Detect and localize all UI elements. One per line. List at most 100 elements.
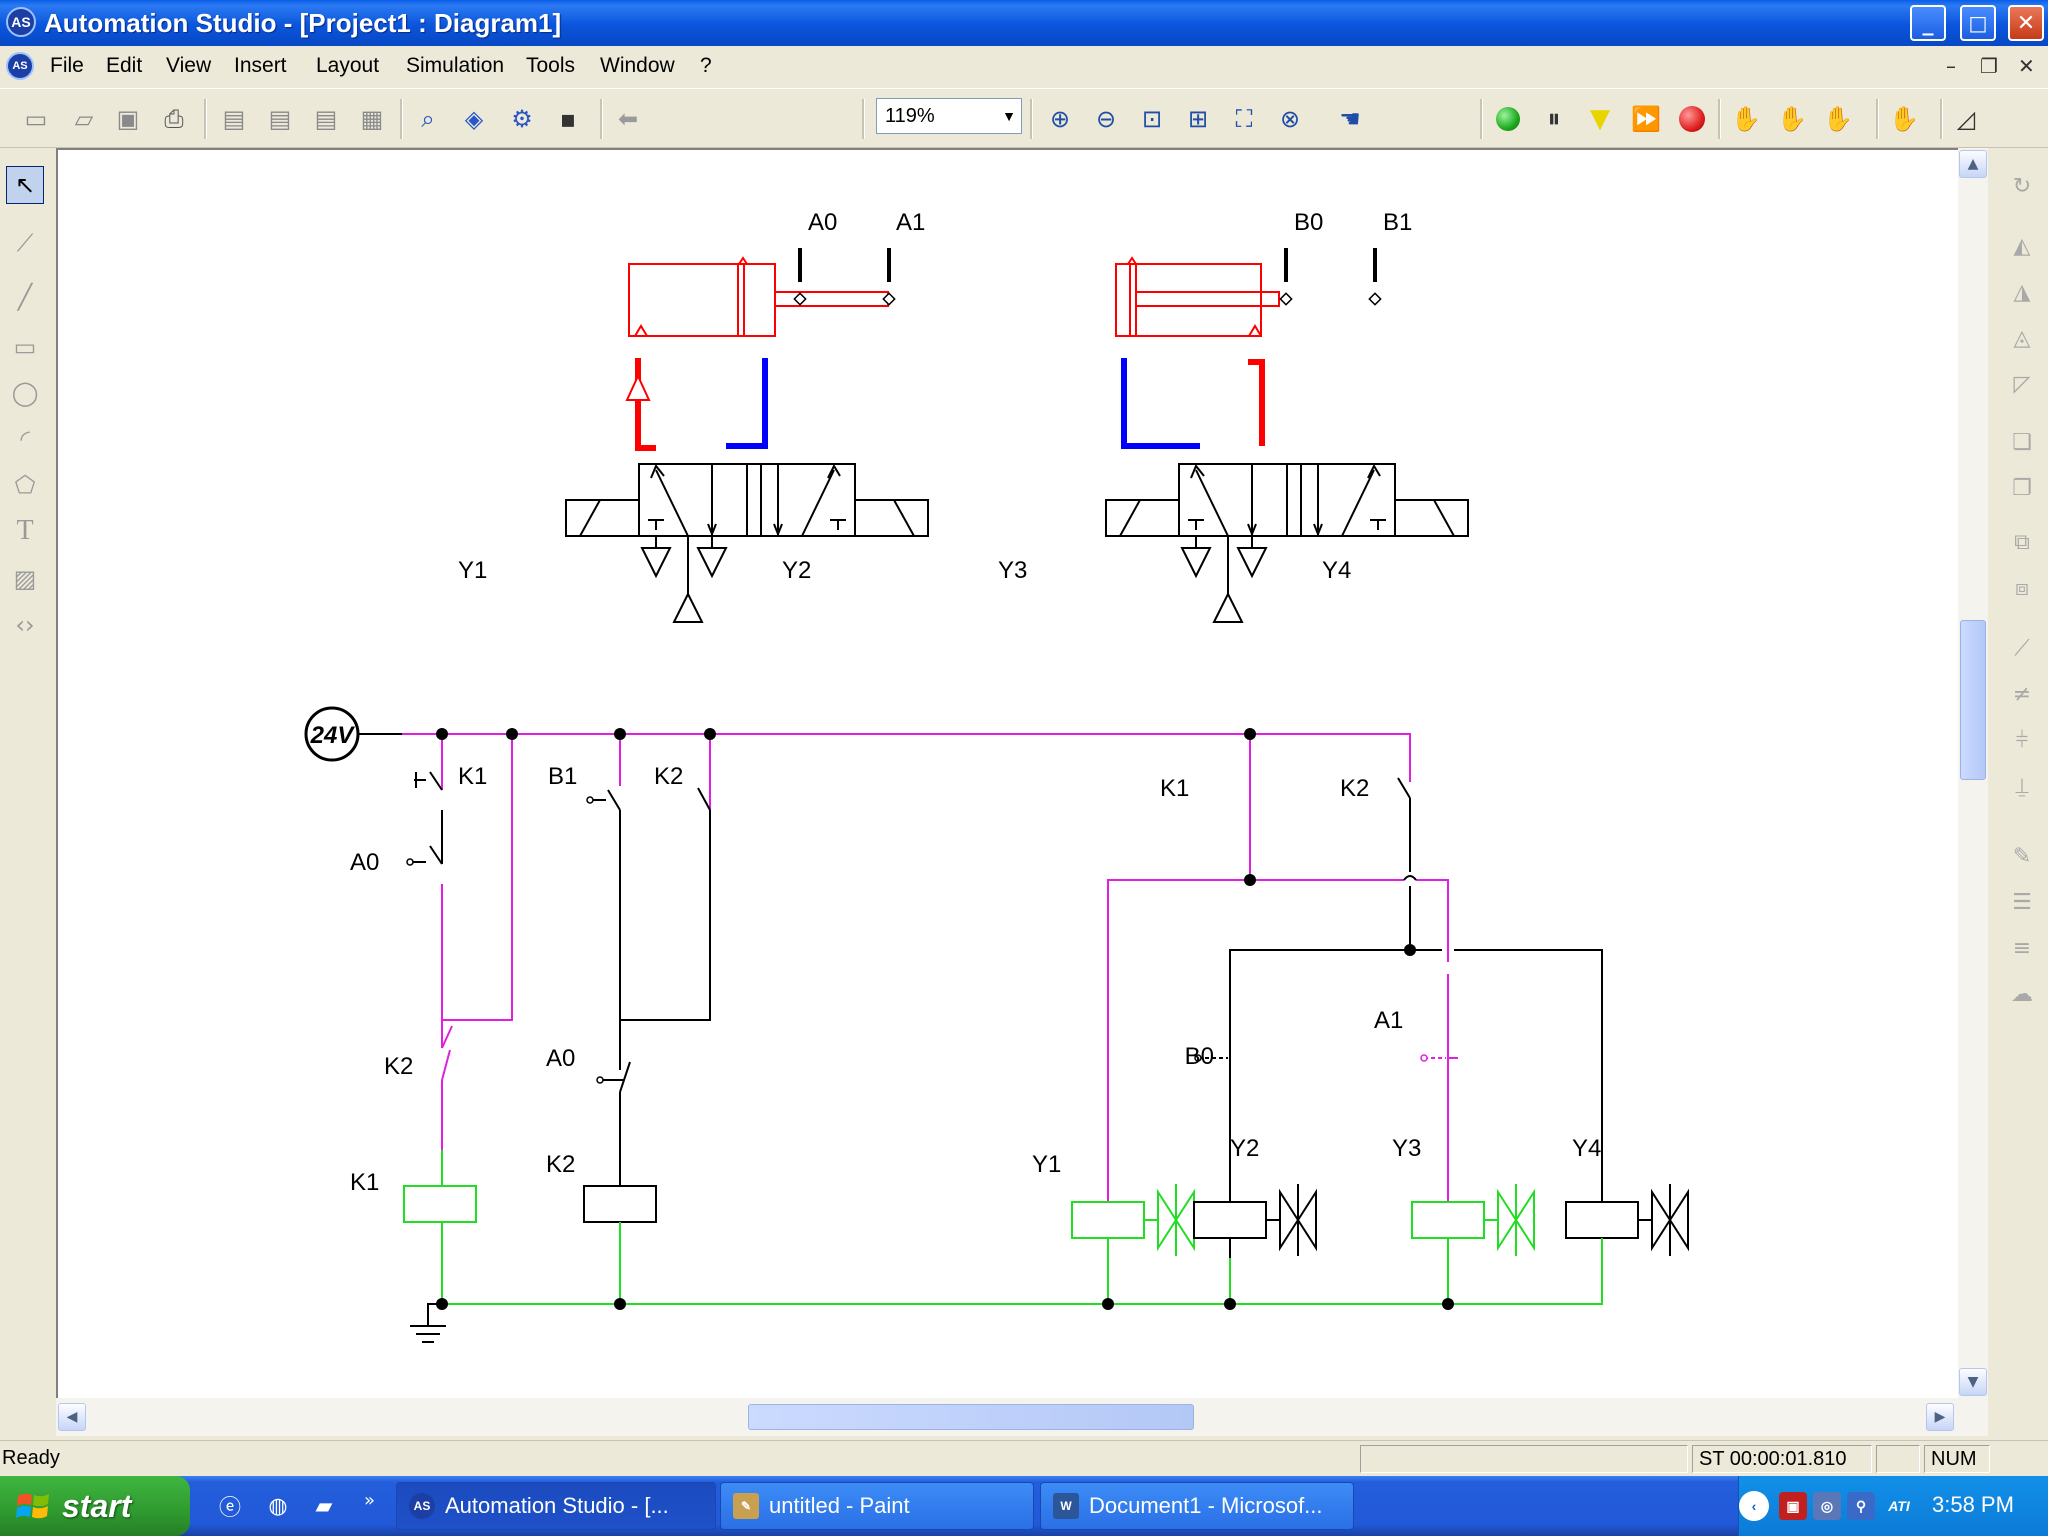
minimize-button[interactable]: _: [1910, 5, 1946, 41]
back-arrow-icon[interactable]: ⬅: [612, 103, 644, 135]
slow-motion-icon[interactable]: ⏩: [1630, 103, 1662, 135]
sim-tool-icon[interactable]: ✋: [1730, 103, 1762, 135]
save-icon[interactable]: ▣: [112, 103, 144, 135]
close-button[interactable]: ✕: [2008, 5, 2044, 41]
vertical-scrollbar[interactable]: ▲ ▼: [1958, 148, 1988, 1398]
zoom-in-icon[interactable]: ⊕: [1044, 103, 1076, 135]
line-tool-icon[interactable]: ╱: [6, 278, 44, 316]
horizontal-scrollbar[interactable]: ◀ ▶: [56, 1398, 1988, 1436]
zoom-window-icon[interactable]: ⊡: [1136, 103, 1168, 135]
scroll-down-icon[interactable]: ▼: [1959, 1368, 1987, 1396]
zoom-previous-icon[interactable]: ⊗: [1274, 103, 1306, 135]
tray-app-icon[interactable]: ▣: [1779, 1492, 1807, 1520]
rectangle-tool-icon[interactable]: ▭: [6, 328, 44, 366]
menu-file[interactable]: File: [50, 54, 84, 78]
image-tool-icon[interactable]: ▨: [6, 560, 44, 598]
mdi-close-button[interactable]: ✕: [2018, 54, 2035, 78]
pan-hand-icon[interactable]: ☚: [1334, 103, 1366, 135]
preview-icon[interactable]: ⌕: [412, 103, 444, 135]
cylinder-a[interactable]: [628, 256, 889, 337]
task-paint[interactable]: ✎ untitled - Paint: [720, 1482, 1034, 1530]
supply-24v[interactable]: 24V: [304, 706, 360, 762]
send-back-icon[interactable]: ❐: [2004, 470, 2040, 506]
relay-k2-coil[interactable]: [583, 1185, 657, 1223]
table-icon[interactable]: ▦: [356, 103, 388, 135]
quicklaunch-expand-icon[interactable]: »: [364, 1490, 375, 1511]
flip-horizontal-icon[interactable]: ◬: [2004, 320, 2040, 356]
select-pointer-icon[interactable]: ↖: [6, 166, 44, 204]
scroll-left-icon[interactable]: ◀: [58, 1403, 86, 1431]
menu-view[interactable]: View: [166, 54, 211, 78]
tray-device-icon[interactable]: ⚲: [1847, 1492, 1875, 1520]
mdi-minimize-button[interactable]: –: [1946, 54, 1956, 78]
rotate-icon[interactable]: ↻: [2004, 168, 2040, 204]
rotate-left-icon[interactable]: ◭: [2004, 228, 2040, 264]
horizontal-scroll-thumb[interactable]: [748, 1404, 1194, 1430]
app-icon[interactable]: AS: [6, 7, 36, 37]
valve-2[interactable]: [1105, 463, 1469, 537]
valve-1[interactable]: [565, 463, 929, 537]
edit-icon[interactable]: ✎: [2004, 838, 2040, 874]
menu-edit[interactable]: Edit: [106, 54, 142, 78]
text-tool-icon[interactable]: T: [6, 512, 44, 550]
group-icon[interactable]: ⧉: [2004, 524, 2040, 560]
zoom-out-icon[interactable]: ⊖: [1090, 103, 1122, 135]
coil-y1[interactable]: [1071, 1184, 1195, 1258]
menu-simulation[interactable]: Simulation: [406, 54, 504, 78]
step-simulation-icon[interactable]: ▼: [1584, 103, 1616, 135]
run-simulation-icon[interactable]: [1492, 103, 1524, 135]
stop-simulation-icon[interactable]: [1676, 103, 1708, 135]
coil-y2[interactable]: [1193, 1184, 1317, 1258]
cylinder-b[interactable]: [1115, 256, 1280, 337]
sim-tool-icon[interactable]: ✋: [1888, 103, 1920, 135]
bring-front-icon[interactable]: ❏: [2004, 424, 2040, 460]
cloud-icon[interactable]: ☁: [2004, 976, 2040, 1012]
coil-y3[interactable]: [1411, 1184, 1535, 1258]
zoom-extents-icon[interactable]: ⛶: [1228, 103, 1260, 135]
copy-icon[interactable]: ▤: [264, 103, 296, 135]
zoom-dropdown-arrow-icon[interactable]: ▼: [998, 99, 1020, 133]
pause-simulation-icon[interactable]: ⏸: [1538, 103, 1570, 135]
pin-icon[interactable]: ⍊: [2004, 768, 2040, 804]
paste-icon[interactable]: ▤: [310, 103, 342, 135]
arc-tool-icon[interactable]: ◜: [6, 420, 44, 458]
title-bar[interactable]: AS Automation Studio - [Project1 : Diagr…: [0, 0, 2048, 46]
tray-collapse-icon[interactable]: ‹: [1739, 1491, 1769, 1521]
zoom-page-icon[interactable]: ⊞: [1182, 103, 1214, 135]
coil-y4[interactable]: [1565, 1184, 1689, 1258]
split-icon[interactable]: ≠: [2004, 676, 2040, 712]
component-icon[interactable]: ⚙: [506, 103, 538, 135]
folder-icon[interactable]: ▰: [308, 1490, 340, 1522]
sim-tool-icon[interactable]: ✋: [1822, 103, 1854, 135]
print-icon[interactable]: ⎙: [158, 103, 190, 135]
menu-insert[interactable]: Insert: [234, 54, 287, 78]
layers-icon[interactable]: ≡: [2004, 930, 2040, 966]
document-icon[interactable]: AS: [6, 52, 34, 80]
mdi-restore-button[interactable]: ❐: [1980, 54, 1998, 78]
sim-tool-icon[interactable]: ✋: [1776, 103, 1808, 135]
align-icon[interactable]: ⫩: [2004, 722, 2040, 758]
internet-explorer-icon[interactable]: ⓔ: [214, 1490, 246, 1522]
relay-k1-coil[interactable]: [403, 1185, 477, 1223]
tray-network-icon[interactable]: ◎: [1813, 1492, 1841, 1520]
menu-help[interactable]: ?: [700, 54, 712, 78]
code-tool-icon[interactable]: ‹›: [6, 606, 44, 644]
polygon-tool-icon[interactable]: ⬠: [6, 466, 44, 504]
open-folder-icon[interactable]: ▱: [68, 103, 100, 135]
ungroup-icon[interactable]: ⧈: [2004, 570, 2040, 606]
new-file-icon[interactable]: ▭: [20, 103, 52, 135]
camera-icon[interactable]: ▪: [552, 103, 584, 135]
scroll-right-icon[interactable]: ▶: [1926, 1403, 1954, 1431]
link-tool-icon[interactable]: ⟋: [6, 224, 44, 262]
scroll-up-icon[interactable]: ▲: [1959, 150, 1987, 178]
navigate-icon[interactable]: ◈: [458, 103, 490, 135]
connect-icon[interactable]: ⟋: [2004, 630, 2040, 666]
ellipse-tool-icon[interactable]: ◯: [6, 374, 44, 412]
menu-tools[interactable]: Tools: [526, 54, 575, 78]
task-automation-studio[interactable]: AS Automation Studio - [...: [396, 1482, 716, 1530]
tray-ati-icon[interactable]: ATI: [1879, 1492, 1919, 1520]
rotate-right-icon[interactable]: ◮: [2004, 274, 2040, 310]
media-icon[interactable]: ◍: [262, 1490, 294, 1522]
task-word[interactable]: W Document1 - Microsof...: [1040, 1482, 1354, 1530]
diagram-canvas[interactable]: A0 A1 B0 B1 Y1 Y2 Y3 Y4 24V K1 A0 K2 K1 …: [56, 148, 1958, 1398]
